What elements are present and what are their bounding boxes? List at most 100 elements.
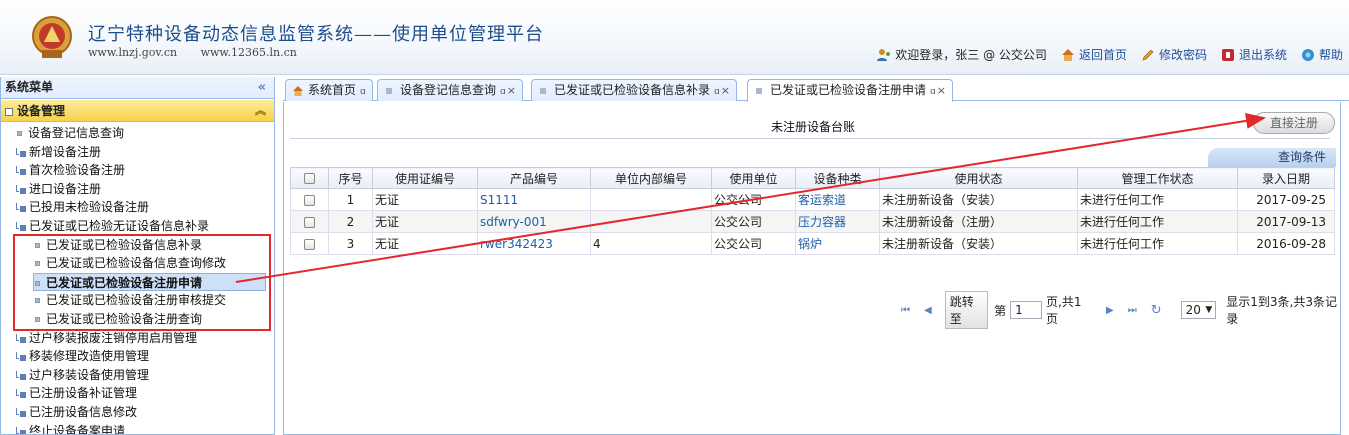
table-cell — [590, 210, 712, 233]
table-cell: 未进行任何工作 — [1077, 232, 1238, 255]
cell-product-no[interactable]: S1111 — [477, 188, 591, 211]
refresh-icon[interactable]: ↻ — [1151, 303, 1162, 318]
pagination: ⏮ ◀ 跳转至 第 1 页,共1页 ▶ ⏭ ↻ 20 ▼ 显示1到3条,共3条记录 — [894, 291, 1340, 329]
menu-item-label: 过户移装报废注销停用启用管理 — [29, 330, 198, 345]
table-cell: 未注册新设备（安装） — [879, 232, 1078, 255]
tab-label: 设备登记信息查询 — [400, 83, 497, 97]
group-icon — [5, 107, 13, 116]
dropdown-arrow-icon: ▼ — [1205, 305, 1213, 315]
pin-icon[interactable]: ɑ — [360, 87, 366, 97]
checkbox[interactable] — [304, 216, 315, 228]
next-page-icon[interactable]: ▶ — [1106, 305, 1114, 316]
cell-date: 2017-09-25 — [1237, 188, 1335, 211]
equipment-type-link[interactable]: 压力容器 — [798, 215, 846, 229]
site-url-2: www.12365.ln.cn — [200, 46, 297, 59]
cell-date: 2016-09-28 — [1237, 232, 1335, 255]
page-number-input[interactable]: 1 — [1010, 301, 1043, 319]
menu-item[interactable]: 已注册设备信息修改 — [1, 403, 274, 422]
checkbox[interactable] — [304, 238, 315, 250]
help-text[interactable]: 帮助 — [1319, 46, 1343, 63]
table-row[interactable]: 2 无证 sdfwry-001 公交公司 压力容器 未注册新设备（注册） 未进行任何工作 20… — [290, 210, 1335, 233]
query-conditions-tab[interactable]: 查询条件 — [1208, 148, 1336, 167]
menu-item[interactable]: 已投用未检验设备注册 — [1, 198, 274, 217]
select-all-checkbox[interactable] — [290, 167, 329, 189]
change-password-text[interactable]: 修改密码 — [1159, 46, 1207, 63]
menu-item[interactable]: 新增设备注册 — [1, 143, 274, 162]
close-icon[interactable]: × — [507, 84, 516, 97]
chevron-up-icon[interactable]: ︽ — [255, 100, 266, 122]
tab-register-apply[interactable]: 已发证或已检验设备注册申请 ɑ× — [747, 79, 953, 102]
menu-item-label: 终止设备备案申请 — [29, 423, 126, 435]
user-icon — [877, 48, 891, 61]
last-page-icon[interactable]: ⏭ — [1128, 305, 1137, 316]
home-link-text[interactable]: 返回首页 — [1079, 46, 1127, 63]
col-header[interactable]: 产品编号 — [477, 167, 591, 189]
col-header[interactable]: 使用单位 — [711, 167, 796, 189]
row-checkbox-cell[interactable] — [290, 210, 329, 233]
menu-group-equipment[interactable]: 设备管理 ︽ — [1, 100, 274, 122]
menu-item-label: 已注册设备信息修改 — [29, 404, 138, 419]
col-header[interactable]: 管理工作状态 — [1077, 167, 1238, 189]
prev-page-icon[interactable]: ◀ — [924, 305, 932, 316]
cell-product-no[interactable]: rwer342423 — [477, 232, 591, 255]
cell-equipment-type[interactable]: 锅炉 — [795, 232, 880, 255]
col-header[interactable]: 设备种类 — [795, 167, 880, 189]
menu-item-label: 已注册设备补证管理 — [29, 386, 138, 401]
tab-equipment-query[interactable]: 设备登记信息查询 ɑ× — [377, 79, 523, 101]
change-password-link[interactable]: 修改密码 — [1141, 46, 1207, 63]
menu-header: 系统菜单 « — [1, 77, 274, 99]
col-header[interactable]: 使用状态 — [879, 167, 1078, 189]
site-url-1: www.lnzj.gov.cn — [88, 46, 178, 59]
col-header[interactable]: 使用证编号 — [372, 167, 478, 189]
menu-item[interactable]: 设备登记信息查询 — [1, 124, 274, 143]
menu-item[interactable]: 终止设备备案申请 — [1, 422, 274, 435]
menu-item[interactable]: 移装修理改造使用管理 — [1, 347, 274, 366]
home-link[interactable]: 返回首页 — [1061, 46, 1127, 63]
page-size-select[interactable]: 20 ▼ — [1180, 301, 1217, 319]
menu-item-label: 移装修理改造使用管理 — [29, 349, 150, 364]
table-row[interactable]: 1 无证 S1111 公交公司 客运索道 未注册新设备（安装） 未进行任何工作 2017-09… — [290, 188, 1335, 211]
pin-icon[interactable]: ɑ — [500, 87, 506, 97]
product-link[interactable]: sdfwry-001 — [480, 215, 547, 229]
tab-info-supplement[interactable]: 已发证或已检验设备信息补录 ɑ× — [531, 79, 737, 101]
close-icon[interactable]: × — [721, 84, 730, 97]
menu-item[interactable]: 已注册设备补证管理 — [1, 384, 274, 403]
tab-label: 系统首页 — [308, 83, 357, 97]
cell-product-no[interactable]: sdfwry-001 — [477, 210, 591, 233]
product-link[interactable]: S1111 — [480, 193, 518, 207]
collapse-menu-icon[interactable]: « — [258, 77, 266, 98]
equipment-type-link[interactable]: 锅炉 — [798, 237, 822, 251]
menu-item[interactable]: 过户移装设备使用管理 — [1, 366, 274, 385]
help-icon — [1301, 48, 1314, 61]
checkbox[interactable] — [304, 173, 315, 184]
pin-icon[interactable]: ɑ — [714, 87, 720, 97]
logout-text[interactable]: 退出系统 — [1239, 46, 1287, 63]
menu-item[interactable]: 过户移装报废注销停用启用管理 — [1, 329, 274, 348]
menu-item[interactable]: 首次检验设备注册 — [1, 161, 274, 180]
col-header[interactable]: 序号 — [328, 167, 373, 189]
close-icon[interactable]: × — [937, 84, 946, 97]
menu-item[interactable]: 已发证或已检验无证设备信息补录 — [1, 217, 274, 236]
logout-link[interactable]: 退出系统 — [1221, 46, 1287, 63]
row-checkbox-cell[interactable] — [290, 232, 329, 255]
cell-equipment-type[interactable]: 压力容器 — [795, 210, 880, 233]
equipment-type-link[interactable]: 客运索道 — [798, 193, 846, 207]
checkbox[interactable] — [304, 194, 315, 206]
cell-equipment-type[interactable]: 客运索道 — [795, 188, 880, 211]
tab-home[interactable]: 系统首页 ɑ — [285, 79, 373, 101]
col-header[interactable]: 录入日期 — [1237, 167, 1335, 189]
user-bar: 欢迎登录，张三 @ 公交公司 返回首页 修改密码 退出系统 帮助 — [863, 46, 1343, 63]
col-header[interactable]: 单位内部编号 — [590, 167, 712, 189]
jump-button[interactable]: 跳转至 — [944, 291, 989, 329]
product-link[interactable]: rwer342423 — [480, 237, 553, 251]
pin-icon[interactable]: ɑ — [930, 87, 936, 97]
table-row[interactable]: 3 无证 rwer342423 4 公交公司 锅炉 未注册新设备（安装） 未进行任何工作 201… — [290, 232, 1335, 255]
row-checkbox-cell[interactable] — [290, 188, 329, 211]
first-page-icon[interactable]: ⏮ — [901, 305, 910, 316]
page-prefix: 第 — [994, 303, 1007, 318]
help-link[interactable]: 帮助 — [1301, 46, 1343, 63]
table-cell: 未注册新设备（安装） — [879, 188, 1078, 211]
home-icon — [293, 85, 303, 96]
menu-item[interactable]: 进口设备注册 — [1, 180, 274, 199]
direct-register-button[interactable]: 直接注册 — [1253, 112, 1335, 134]
